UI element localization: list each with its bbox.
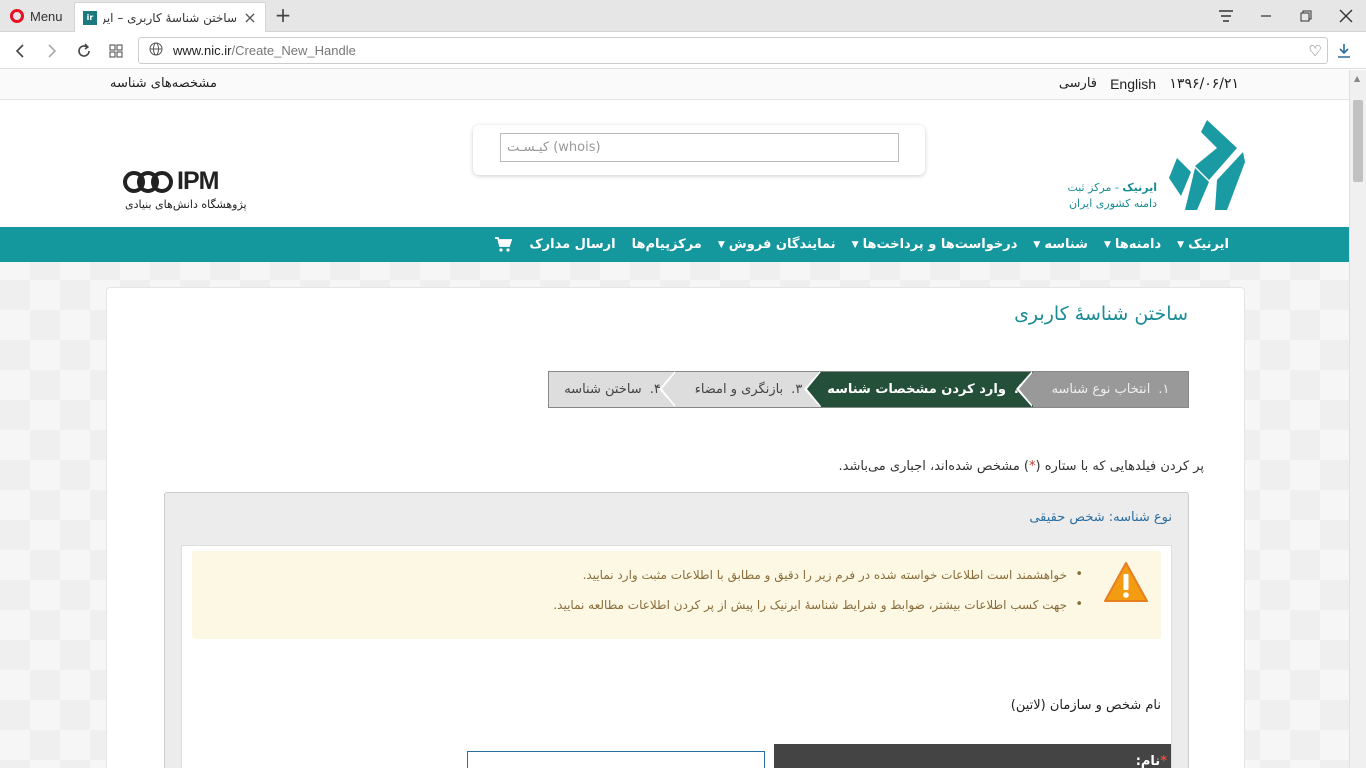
warning-item: جهت کسب اطلاعات بیشتر، ضوابط و شرایط شنا…	[553, 597, 1083, 612]
ipm-rings-icon	[123, 170, 173, 193]
back-icon[interactable]	[8, 39, 32, 63]
opera-logo-icon	[10, 9, 24, 23]
form-body: خواهشمند است اطلاعات خواسته شده در فرم ز…	[181, 545, 1172, 768]
irnic-emblem-icon	[1169, 120, 1245, 210]
warning-item: خواهشمند است اطلاعات خواسته شده در فرم ز…	[553, 567, 1083, 582]
nav-requests-payments[interactable]: درخواست‌ها و پرداخت‌ها ▼	[844, 227, 1026, 262]
browser-tab-bar: Menu ir ساختن شناسۀ کاربری – ایرنیک × +	[0, 0, 1366, 32]
tab-title: ساختن شناسۀ کاربری – ایرنیک	[103, 10, 237, 25]
scroll-up-icon[interactable]: ▲	[1354, 74, 1360, 83]
page-title: ساختن شناسۀ کاربری	[1014, 303, 1188, 325]
wizard-steps: ۱. انتخاب نوع شناسه ۲. وارد کردن مشخصات …	[548, 371, 1189, 408]
new-tab-button[interactable]: +	[272, 4, 294, 28]
tab-menu-icon[interactable]	[1206, 0, 1246, 32]
globe-icon	[149, 42, 163, 60]
name-latin-input[interactable]	[467, 751, 765, 768]
caret-down-icon: ▼	[717, 239, 725, 250]
whois-box	[473, 125, 925, 175]
menu-label: Menu	[30, 8, 63, 24]
required-fields-note: پر کردن فیلدهایی که با ستاره (*) مشخص شد…	[838, 459, 1204, 474]
nav-irnic[interactable]: ایرنیک ▼	[1169, 227, 1237, 262]
caret-down-icon: ▼	[1033, 239, 1041, 250]
main-navbar: ایرنیک ▼ دامنه‌ها ▼ شناسه ▼ درخواست‌ها و پر…	[0, 227, 1349, 262]
url-text: www.nic.ir/Create_New_Handle	[173, 43, 356, 58]
handle-details-link[interactable]: مشخصه‌های شناسه	[110, 76, 217, 91]
forward-icon[interactable]	[40, 39, 64, 63]
farsi-link[interactable]: فارسی	[1059, 76, 1097, 91]
ipm-logo[interactable]: IPM پژوهشگاه دانش‌های بنیادی	[123, 167, 263, 211]
irnic-logo[interactable]: ایرنیک - مرکز ثبت دامنه کشوری ایران	[1062, 118, 1247, 218]
cart-icon[interactable]	[485, 227, 521, 262]
address-bar: www.nic.ir/Create_New_Handle ♡	[0, 33, 1366, 69]
nav-message-center[interactable]: مرکزپیام‌ها	[624, 227, 710, 262]
english-link[interactable]: English	[1110, 76, 1156, 92]
window-controls	[1206, 0, 1366, 32]
top-strip: ۱۳۹۶/۰۶/۲۱ English فارسی مشخصه‌های شناسه	[0, 70, 1349, 100]
handle-type-label: نوع شناسه: شخص حقیقی	[1029, 510, 1172, 525]
download-icon[interactable]	[1332, 39, 1356, 63]
speed-dial-icon[interactable]	[104, 39, 128, 63]
minimize-button[interactable]	[1246, 0, 1286, 32]
ipm-name: IPM	[177, 167, 219, 195]
nav-resellers[interactable]: نمایندگان فروش ▼	[710, 227, 844, 262]
step-3-review-sign[interactable]: ۳. بازنگری و امضاء	[659, 371, 821, 407]
whois-search-input[interactable]	[500, 133, 899, 162]
nav-handle[interactable]: شناسه ▼	[1025, 227, 1096, 262]
caret-down-icon: ▼	[1177, 239, 1185, 250]
name-label-cell: *نام:	[774, 744, 1171, 768]
close-window-button[interactable]	[1326, 0, 1366, 32]
nav-domains[interactable]: دامنه‌ها ▼	[1096, 227, 1169, 262]
page-scrollbar[interactable]: ▲	[1349, 70, 1366, 768]
name-label: *نام:	[1135, 754, 1167, 768]
step-1-choose-type[interactable]: ۱. انتخاب نوع شناسه	[1016, 371, 1188, 407]
nav-send-documents[interactable]: ارسال مدارک	[521, 227, 623, 262]
warning-alert: خواهشمند است اطلاعات خواسته شده در فرم ز…	[192, 551, 1161, 639]
url-field[interactable]: www.nic.ir/Create_New_Handle ♡	[138, 37, 1328, 64]
current-date: ۱۳۹۶/۰۶/۲۱	[1169, 76, 1239, 92]
main-content-card: ساختن شناسۀ کاربری ۱. انتخاب نوع شناسه ۲…	[106, 287, 1245, 768]
irnic-caption: ایرنیک - مرکز ثبت دامنه کشوری ایران	[1067, 181, 1157, 210]
web-page: ۱۳۹۶/۰۶/۲۱ English فارسی مشخصه‌های شناسه…	[0, 70, 1349, 768]
irnic-favicon-icon: ir	[83, 10, 97, 25]
opera-menu-button[interactable]: Menu	[0, 0, 72, 32]
fullname-section-label: نام شخص و سازمان (لاتین)	[1010, 698, 1161, 713]
caret-down-icon: ▼	[851, 239, 859, 250]
site-header: IPM پژوهشگاه دانش‌های بنیادی ایرنیک - مر…	[0, 100, 1349, 227]
step-4-create-handle[interactable]: ۴. ساختن شناسه	[549, 372, 676, 407]
maximize-button[interactable]	[1286, 0, 1326, 32]
warning-list: خواهشمند است اطلاعات خواسته شده در فرم ز…	[553, 567, 1083, 628]
browser-tab[interactable]: ir ساختن شناسۀ کاربری – ایرنیک ×	[74, 2, 266, 32]
close-tab-icon[interactable]: ×	[243, 8, 257, 27]
handle-form-panel: نوع شناسه: شخص حقیقی خواهشمند است اطلاعا…	[164, 492, 1189, 768]
reload-icon[interactable]	[72, 39, 96, 63]
warning-triangle-icon	[1103, 561, 1149, 607]
scroll-thumb[interactable]	[1353, 100, 1363, 182]
caret-down-icon: ▼	[1103, 239, 1111, 250]
ipm-subtitle: پژوهشگاه دانش‌های بنیادی	[125, 198, 247, 211]
step-2-enter-details[interactable]: ۲. وارد کردن مشخصات شناسه	[804, 371, 1033, 407]
nav-items: ایرنیک ▼ دامنه‌ها ▼ شناسه ▼ درخواست‌ها و پر…	[485, 227, 1237, 262]
bookmark-heart-icon[interactable]: ♡	[1303, 42, 1327, 60]
